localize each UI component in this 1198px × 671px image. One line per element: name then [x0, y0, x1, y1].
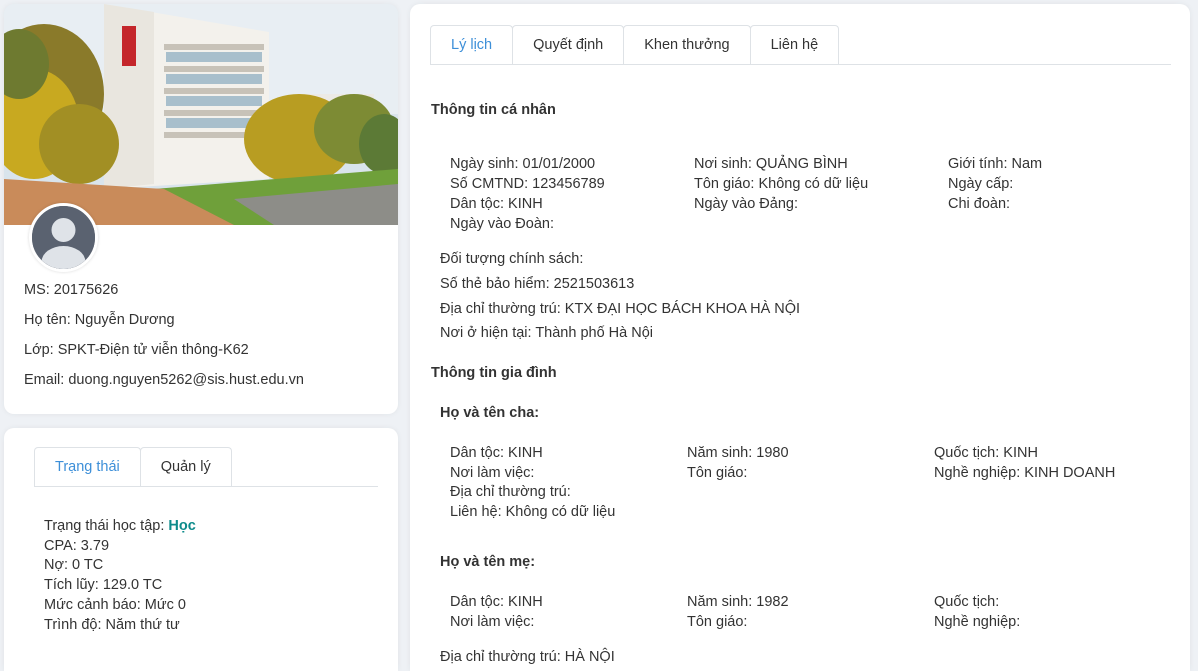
accumulated-credits: Tích lũy: 129.0 TC	[44, 577, 163, 594]
academic-status-info: Trạng thái học tập: Học CPA: 3.79 Nợ: 0 …	[44, 517, 196, 635]
dob: Ngày sinh: 01/01/2000	[450, 156, 596, 172]
student-email: Email: duong.nguyen5262@sis.hust.edu.vn	[24, 372, 304, 388]
father-heading: Họ và tên cha:	[440, 405, 540, 421]
insurance-number: Số thẻ bảo hiểm: 2521503613	[440, 276, 635, 292]
father-nationality: Quốc tịch: KINH	[934, 445, 1038, 461]
status-label: Trạng thái học tập:	[44, 518, 169, 534]
mother-job: Nghề nghiệp:	[934, 614, 1021, 630]
father-ethnicity: Dân tộc: KINH	[450, 445, 543, 461]
mother-workplace: Nơi làm việc:	[450, 614, 535, 630]
youth-branch: Chi đoàn:	[948, 196, 1011, 212]
avatar	[29, 203, 98, 272]
status-card: Trạng thái Quản lý Trạng thái học tập: H…	[4, 428, 398, 671]
permanent-address: Địa chỉ thường trú: KTX ĐẠI HỌC BÁCH KHO…	[440, 301, 801, 317]
mother-birth-year: Năm sinh: 1982	[687, 594, 789, 610]
status-tabs: Trạng thái Quản lý	[34, 447, 378, 487]
gender: Giới tính: Nam	[948, 156, 1043, 172]
mother-religion: Tôn giáo:	[687, 614, 748, 630]
student-class: Lớp: SPKT-Điện tử viễn thông-K62	[24, 342, 249, 358]
cpa-value: CPA: 3.79	[44, 537, 110, 554]
study-level: Trình độ: Năm thứ tư	[44, 616, 180, 633]
tab-status[interactable]: Trạng thái	[34, 447, 141, 486]
tab-contact[interactable]: Liên hệ	[749, 25, 840, 64]
party-date: Ngày vào Đảng:	[694, 196, 798, 212]
current-residence: Nơi ở hiện tại: Thành phố Hà Nội	[440, 325, 654, 341]
tab-decisions[interactable]: Quyết định	[512, 25, 625, 64]
warning-level: Mức cảnh báo: Mức 0	[44, 596, 186, 613]
issue-date: Ngày cấp:	[948, 176, 1014, 192]
union-date: Ngày vào Đoàn:	[450, 216, 554, 232]
status-row: Trạng thái học tập: Học	[44, 517, 196, 537]
details-card: Lý lịch Quyết định Khen thưởng Liên hệ T…	[410, 4, 1190, 671]
father-workplace: Nơi làm việc:	[450, 465, 535, 481]
status-value: Học	[168, 518, 196, 534]
ethnicity: Dân tộc: KINH	[450, 196, 543, 212]
profile-card: MS: 20175626 Họ tên: Nguyễn Dương Lớp: S…	[4, 4, 398, 414]
mother-nationality: Quốc tịch:	[934, 594, 1000, 610]
mother-ethnicity: Dân tộc: KINH	[450, 594, 543, 610]
student-info: MS: 20175626 Họ tên: Nguyễn Dương Lớp: S…	[24, 279, 304, 399]
father-contact: Liên hệ: Không có dữ liệu	[450, 504, 616, 520]
father-religion: Tôn giáo:	[687, 465, 748, 481]
mother-address: Địa chỉ thường trú: HÀ NỘI	[440, 649, 615, 665]
father-job: Nghề nghiệp: KINH DOANH	[934, 465, 1116, 481]
personal-info-heading: Thông tin cá nhân	[431, 102, 556, 118]
student-id: MS: 20175626	[24, 282, 119, 298]
birthplace: Nơi sinh: QUẢNG BÌNH	[694, 156, 848, 172]
tab-awards[interactable]: Khen thưởng	[623, 25, 751, 64]
main-tabs: Lý lịch Quyết định Khen thưởng Liên hệ	[430, 25, 1171, 65]
tab-management[interactable]: Quản lý	[139, 447, 232, 486]
family-info-heading: Thông tin gia đình	[431, 365, 557, 381]
religion: Tôn giáo: Không có dữ liệu	[694, 176, 869, 192]
student-name: Họ tên: Nguyễn Dương	[24, 312, 175, 328]
policy-object: Đối tượng chính sách:	[440, 251, 584, 267]
father-address: Địa chỉ thường trú:	[450, 484, 571, 500]
debt-value: Nợ: 0 TC	[44, 557, 104, 574]
user-silhouette-icon	[32, 206, 95, 269]
campus-banner-image	[4, 4, 398, 225]
father-birth-year: Năm sinh: 1980	[687, 445, 789, 461]
id-number: Số CMTND: 123456789	[450, 176, 605, 192]
tab-profile[interactable]: Lý lịch	[430, 25, 514, 64]
mother-heading: Họ và tên mẹ:	[440, 554, 536, 570]
